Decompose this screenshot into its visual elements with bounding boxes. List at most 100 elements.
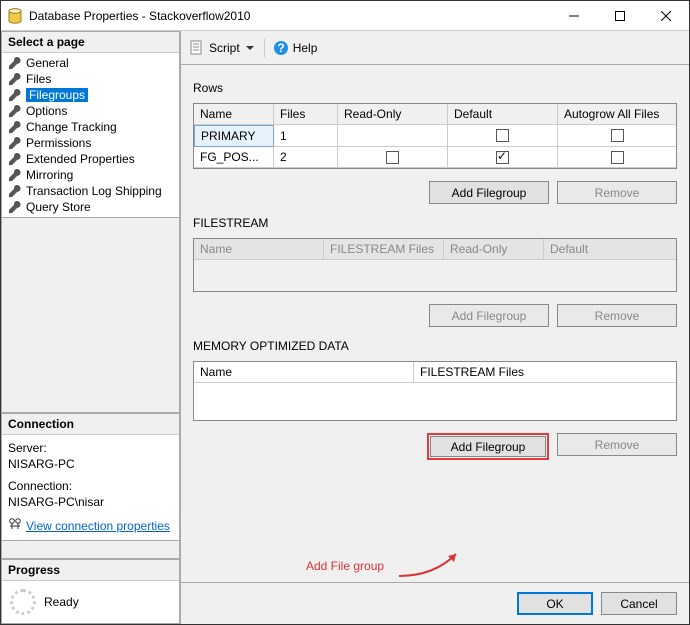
nav-item-label: Change Tracking: [26, 120, 117, 134]
annotation-arrow-icon: [394, 546, 474, 586]
help-label: Help: [293, 41, 318, 55]
progress-ring-icon: [10, 589, 36, 615]
table-row[interactable]: PRIMARY1: [194, 125, 676, 147]
ok-button[interactable]: OK: [517, 592, 593, 615]
maximize-button[interactable]: [597, 1, 643, 30]
panel-spacer: [1, 541, 180, 559]
rows-add-filegroup-button[interactable]: Add Filegroup: [429, 181, 549, 204]
help-button[interactable]: ? Help: [273, 40, 318, 56]
rows-section-label: Rows: [193, 81, 677, 95]
database-icon: [7, 8, 23, 24]
cell-readonly[interactable]: [338, 147, 448, 168]
nav-item-general[interactable]: General: [2, 55, 179, 71]
wrench-icon: [8, 152, 22, 166]
filestream-section-label: FILESTREAM: [193, 216, 677, 230]
select-page-header: Select a page: [2, 32, 179, 53]
svg-text:?: ?: [277, 41, 284, 55]
cancel-button[interactable]: Cancel: [601, 592, 677, 615]
nav-item-label: Extended Properties: [26, 152, 135, 166]
wrench-icon: [8, 56, 22, 70]
select-page-panel: Select a page General Files FilegroupsOpti…: [1, 31, 180, 218]
memopt-add-filegroup-button[interactable]: Add Filegroup: [430, 436, 546, 457]
window-title: Database Properties - Stackoverflow2010: [29, 9, 551, 23]
nav-item-files[interactable]: Files: [2, 71, 179, 87]
cell-name[interactable]: FG_POS...: [194, 147, 274, 168]
col-readonly-header[interactable]: Read-Only: [338, 104, 448, 125]
cell-default[interactable]: [448, 125, 558, 147]
checkbox[interactable]: [496, 129, 509, 142]
nav-item-change-tracking[interactable]: Change Tracking: [2, 119, 179, 135]
progress-panel: Progress Ready: [1, 559, 180, 624]
wrench-icon: [8, 120, 22, 134]
memopt-remove-button: Remove: [557, 433, 677, 456]
memopt-section-label: MEMORY OPTIMIZED DATA: [193, 339, 677, 353]
nav-item-label: Query Store: [26, 200, 91, 214]
table-row[interactable]: FG_POS...2: [194, 147, 676, 168]
wrench-icon: [8, 184, 22, 198]
nav-item-label: Filegroups: [26, 88, 88, 102]
server-value: NISARG-PC: [8, 457, 173, 471]
annotation: Add File group: [306, 546, 474, 586]
nav-item-label: Transaction Log Shipping: [26, 184, 162, 198]
nav-item-label: Files: [26, 72, 51, 86]
checkbox[interactable]: [611, 151, 624, 164]
toolbar: Script ? Help: [181, 31, 689, 65]
fs-col-fsfiles-header[interactable]: FILESTREAM Files: [324, 239, 444, 260]
wrench-icon: [8, 104, 22, 118]
cell-files[interactable]: 1: [274, 125, 338, 147]
fs-col-readonly-header[interactable]: Read-Only: [444, 239, 544, 260]
nav-item-permissions[interactable]: Permissions: [2, 135, 179, 151]
highlight-annotation-box: Add Filegroup: [427, 433, 549, 460]
server-label: Server:: [8, 441, 173, 455]
nav-item-filegroups[interactable]: Filegroups: [2, 87, 179, 103]
view-connection-properties-link[interactable]: View connection properties: [26, 519, 170, 533]
wrench-icon: [8, 88, 22, 102]
cell-readonly[interactable]: [338, 125, 448, 147]
nav-item-extended-properties[interactable]: Extended Properties: [2, 151, 179, 167]
nav-item-mirroring[interactable]: Mirroring: [2, 167, 179, 183]
nav-item-options[interactable]: Options: [2, 103, 179, 119]
col-autogrow-header[interactable]: Autogrow All Files: [558, 104, 676, 125]
fs-col-default-header[interactable]: Default: [544, 239, 676, 260]
filestream-add-filegroup-button: Add Filegroup: [429, 304, 549, 327]
progress-header: Progress: [2, 560, 179, 581]
cell-name[interactable]: PRIMARY: [194, 125, 274, 147]
filestream-grid[interactable]: Name FILESTREAM Files Read-Only Default: [193, 238, 677, 292]
panel-spacer: [1, 218, 180, 413]
cell-files[interactable]: 2: [274, 147, 338, 168]
wrench-icon: [8, 72, 22, 86]
fs-col-name-header[interactable]: Name: [194, 239, 324, 260]
dropdown-arrow-icon: [246, 44, 254, 52]
col-files-header[interactable]: Files: [274, 104, 338, 125]
script-button[interactable]: Script: [189, 40, 254, 56]
annotation-text: Add File group: [306, 559, 384, 573]
checkbox[interactable]: [611, 129, 624, 142]
nav-item-query-store[interactable]: Query Store: [2, 199, 179, 215]
minimize-button[interactable]: [551, 1, 597, 30]
checkbox[interactable]: [386, 151, 399, 164]
col-name-header[interactable]: Name: [194, 104, 274, 125]
nav-item-label: Mirroring: [26, 168, 73, 182]
rows-grid[interactable]: Name Files Read-Only Default Autogrow Al…: [193, 103, 677, 169]
checkbox[interactable]: [496, 151, 509, 164]
wrench-icon: [8, 136, 22, 150]
dialog-button-bar: OK Cancel: [181, 582, 689, 624]
nav-item-label: General: [26, 56, 69, 70]
cell-autogrow[interactable]: [558, 147, 676, 168]
col-default-header[interactable]: Default: [448, 104, 558, 125]
cell-autogrow[interactable]: [558, 125, 676, 147]
nav-list: General Files FilegroupsOptionsChange Trac…: [2, 53, 179, 217]
wrench-icon: [8, 168, 22, 182]
nav-item-transaction-log-shipping[interactable]: Transaction Log Shipping: [2, 183, 179, 199]
mo-col-fsfiles-header[interactable]: FILESTREAM Files: [414, 362, 676, 383]
connection-header: Connection: [2, 414, 179, 435]
memopt-grid[interactable]: Name FILESTREAM Files: [193, 361, 677, 421]
close-button[interactable]: [643, 1, 689, 30]
connection-label: Connection:: [8, 479, 173, 493]
progress-status: Ready: [44, 595, 79, 609]
connection-properties-icon: [8, 517, 22, 534]
connection-panel: Connection Server: NISARG-PC Connection:…: [1, 413, 180, 541]
rows-remove-button[interactable]: Remove: [557, 181, 677, 204]
cell-default[interactable]: [448, 147, 558, 168]
mo-col-name-header[interactable]: Name: [194, 362, 414, 383]
